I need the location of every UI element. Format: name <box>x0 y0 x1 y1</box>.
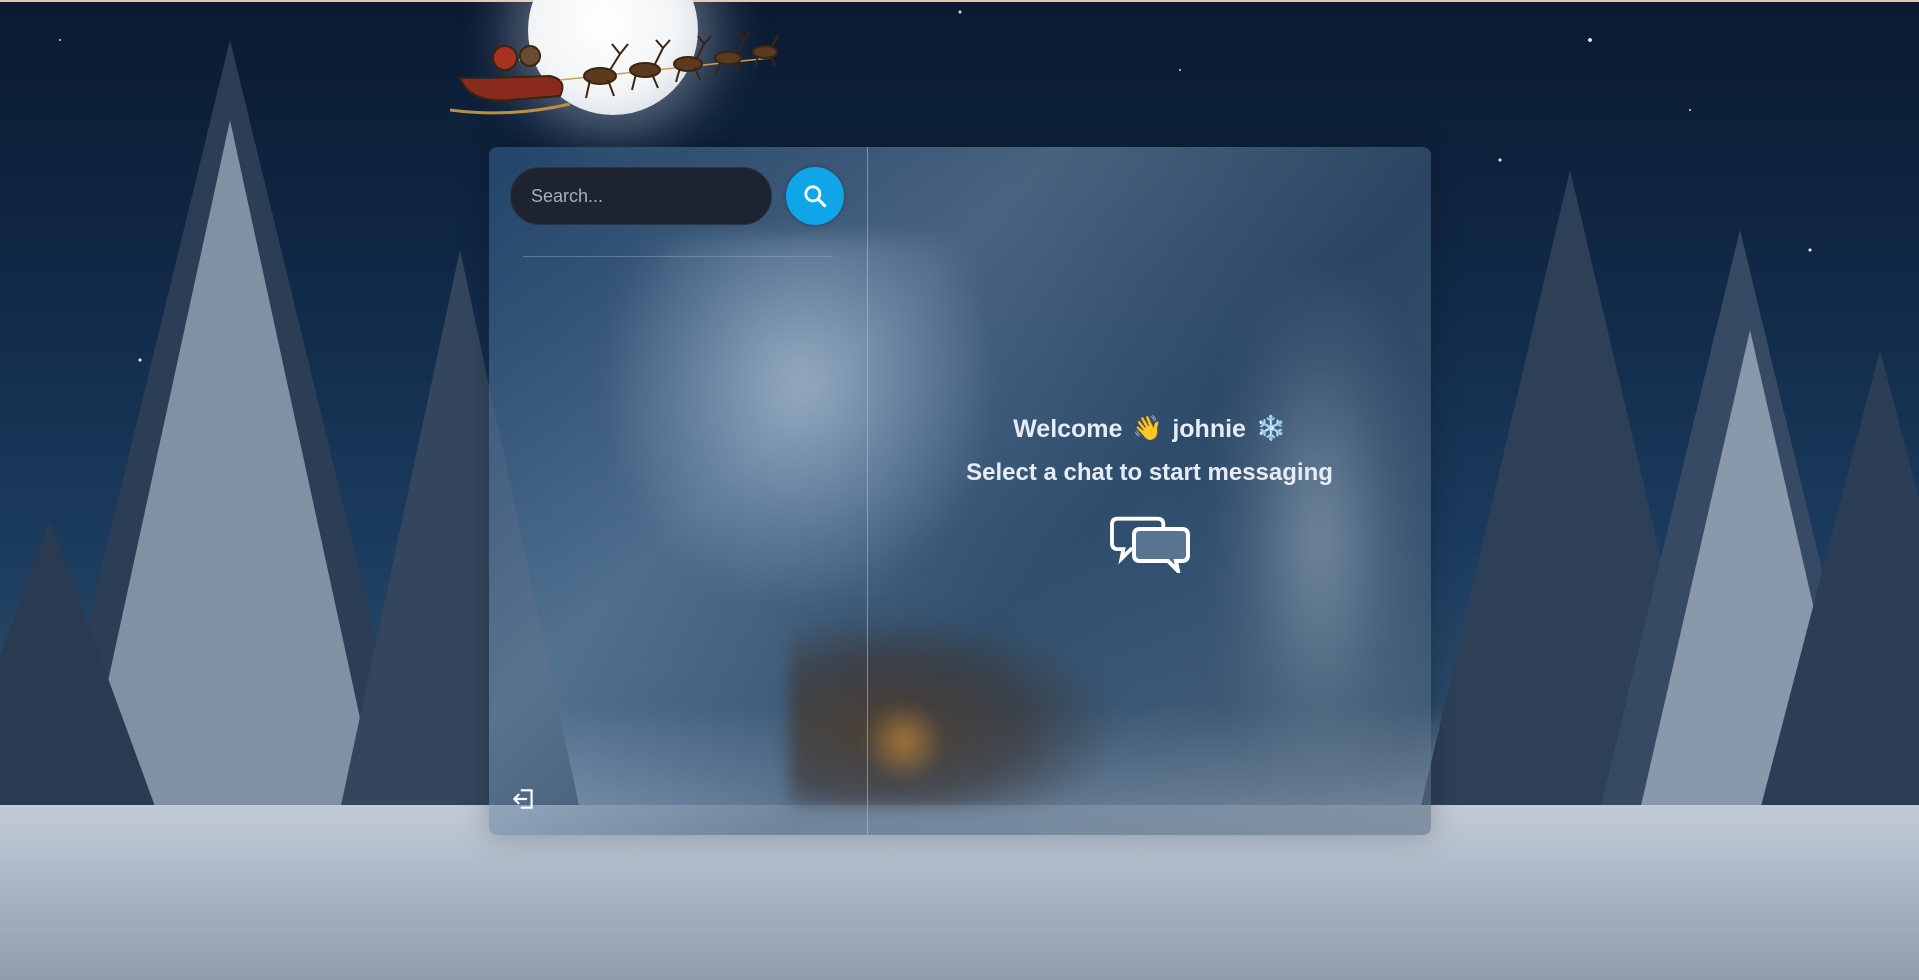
conversation-list <box>510 267 850 767</box>
message-container: Welcome 👋 johnie ❄️ Select a chat to sta… <box>868 147 1431 835</box>
welcome-subtitle: Select a chat to start messaging <box>966 459 1333 486</box>
background-scene: Welcome 👋 johnie ❄️ Select a chat to sta… <box>0 0 1919 980</box>
snowflake-icon: ❄️ <box>1255 415 1286 442</box>
logout-icon <box>513 789 533 809</box>
pine-tree-left-small <box>0 520 160 820</box>
search-input[interactable] <box>510 167 772 225</box>
welcome-line: Welcome 👋 johnie ❄️ <box>868 409 1431 449</box>
search-button[interactable] <box>786 167 844 225</box>
search-icon <box>804 185 827 208</box>
waving-hand-icon: 👋 <box>1132 415 1163 442</box>
sidebar <box>489 147 868 835</box>
santa-sleigh-image <box>450 31 779 115</box>
welcome-username: johnie <box>1172 415 1246 443</box>
search-form <box>510 167 850 225</box>
sidebar-divider <box>523 256 833 257</box>
no-chat-selected: Welcome 👋 johnie ❄️ Select a chat to sta… <box>868 409 1431 578</box>
welcome-greeting: Welcome <box>1013 415 1123 443</box>
logout-button[interactable] <box>510 785 538 813</box>
pine-tree-right-3 <box>1760 350 1919 810</box>
chat-window: Welcome 👋 johnie ❄️ Select a chat to sta… <box>489 147 1431 835</box>
chat-bubbles-icon <box>1109 516 1190 578</box>
